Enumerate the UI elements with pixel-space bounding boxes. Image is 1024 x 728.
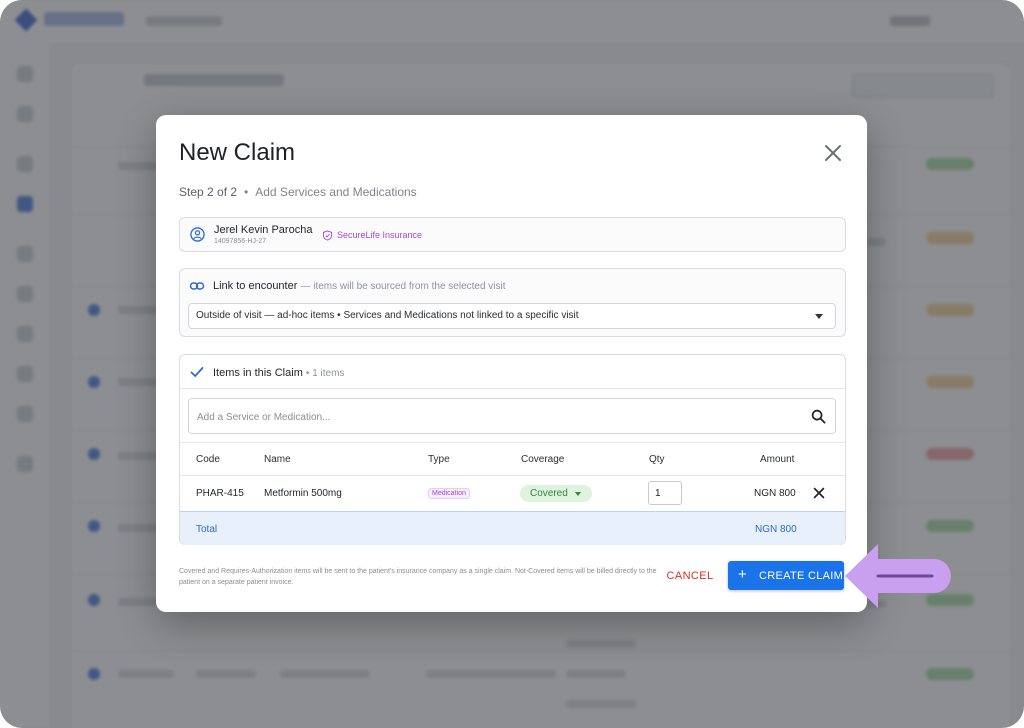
divider [180, 475, 845, 476]
check-icon [190, 367, 204, 378]
step-indicator: Step 2 of 2 • Add Services and Medications [179, 185, 417, 199]
encounter-selected-value: Outside of visit — ad-hoc items • Servic… [196, 310, 579, 321]
item-type-badge: Medication [428, 488, 470, 499]
claim-footnote: Covered and Requires-Authorization items… [179, 568, 657, 586]
encounter-hint: — items will be sourced from the selecte… [300, 281, 506, 292]
encounter-label: Link to encounter — items will be source… [213, 280, 506, 292]
items-title-text: Items in this Claim [213, 367, 303, 379]
column-header-coverage: Coverage [521, 454, 565, 465]
column-header-amount: Amount [760, 454, 795, 465]
items-count: • 1 items [305, 368, 345, 379]
arrow-left-annotation-icon [845, 544, 951, 608]
patient-card: Jerel Kevin Parocha 14097856-HJ-27 Secur… [179, 217, 846, 252]
close-icon [825, 145, 841, 161]
item-search-box [188, 398, 836, 434]
plus-icon: + [738, 566, 748, 583]
new-claim-dialog: New Claim Step 2 of 2 • Add Services and M… [156, 115, 867, 612]
search-icon[interactable] [811, 409, 826, 424]
item-search-input[interactable] [195, 408, 799, 426]
items-title: Items in this Claim • 1 items [213, 367, 344, 379]
encounter-card: Link to encounter — items will be source… [179, 268, 846, 337]
caret-down-icon [575, 492, 581, 496]
column-header-type: Type [428, 454, 450, 465]
item-amount: NGN 800 [754, 488, 796, 499]
app-frame: New Claim Step 2 of 2 • Add Services and M… [0, 0, 1024, 728]
quantity-input[interactable] [648, 481, 682, 505]
cancel-button[interactable]: CANCEL [658, 562, 722, 590]
column-header-qty: Qty [649, 454, 665, 465]
link-icon [189, 282, 205, 290]
step-separator: • [244, 185, 249, 199]
close-button[interactable] [821, 141, 845, 165]
encounter-select[interactable]: Outside of visit — ad-hoc items • Servic… [188, 303, 836, 329]
user-circle-icon [190, 227, 205, 242]
column-header-code: Code [196, 454, 220, 465]
item-code: PHAR-415 [196, 488, 244, 499]
create-claim-button[interactable]: + CREATE CLAIM [728, 561, 844, 590]
shield-check-icon [322, 230, 333, 241]
dialog-title: New Claim [179, 139, 296, 166]
total-label: Total [196, 524, 218, 535]
total-row: Total NGN 800 [180, 511, 845, 545]
column-header-name: Name [264, 454, 291, 465]
items-card: Items in this Claim • 1 items Code Name … [179, 354, 846, 545]
remove-item-icon[interactable] [813, 487, 825, 499]
coverage-dropdown[interactable]: Covered [520, 485, 592, 502]
divider [180, 388, 845, 389]
patient-id: 14097856-HJ-27 [214, 238, 267, 245]
insurance-name: SecureLife Insurance [337, 230, 423, 240]
create-claim-label: CREATE CLAIM [759, 570, 844, 582]
divider [180, 442, 845, 443]
item-name: Metformin 500mg [264, 488, 342, 499]
step-title: Add Services and Medications [255, 185, 417, 199]
step-number: Step 2 of 2 [179, 185, 238, 199]
encounter-label-text: Link to encounter [213, 280, 298, 292]
total-amount: NGN 800 [755, 524, 797, 535]
patient-name: Jerel Kevin Parocha [214, 224, 313, 236]
chevron-down-icon [815, 314, 823, 319]
coverage-value: Covered [530, 488, 568, 499]
